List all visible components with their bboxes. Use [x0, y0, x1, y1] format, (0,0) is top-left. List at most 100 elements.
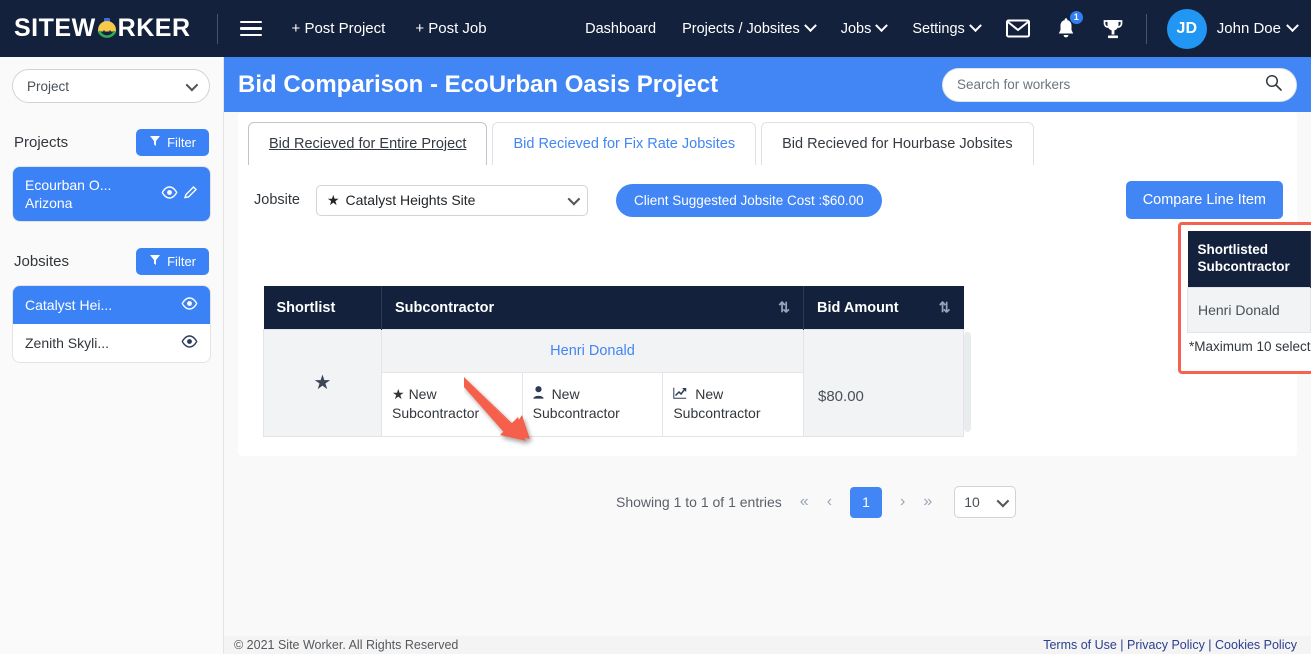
project-type-select[interactable]: Project — [12, 69, 210, 103]
trophy-icon[interactable] — [1102, 18, 1124, 40]
sub-detail-rating[interactable]: ★ New Subcontractor — [382, 373, 523, 436]
bid-amount-cell: $80.00 — [803, 329, 964, 437]
projects-section-header: Projects Filter — [12, 129, 211, 156]
chart-icon — [673, 386, 691, 402]
jobsites-filter-label: Filter — [167, 254, 196, 270]
table-scrollbar[interactable] — [964, 332, 971, 432]
funnel-icon — [149, 135, 161, 150]
subcontractor-detail-grid: ★ New Subcontractor New Subcontractor Ne… — [382, 373, 804, 436]
nav-item-settings[interactable]: Settings — [912, 19, 982, 37]
pagination-last[interactable]: » — [923, 493, 932, 511]
pagination-summary: Showing 1 to 1 of 1 entries — [616, 494, 782, 510]
nav-item-projects-jobsites[interactable]: Projects / Jobsites — [682, 19, 817, 37]
left-sidebar: Project Projects Filter Ecourban O... Ar… — [0, 57, 224, 654]
site-logo[interactable]: SITEW RKER — [14, 14, 191, 43]
tab-entire-project[interactable]: Bid Recieved for Entire Project — [248, 122, 488, 165]
jobsite-select[interactable]: ★ Catalyst Heights Site — [315, 184, 588, 216]
nav-item-jobs[interactable]: Jobs — [840, 19, 889, 37]
jobsite-item-label: Zenith Skyli... — [25, 335, 110, 352]
client-suggested-cost-badge[interactable]: Client Suggested Jobsite Cost :$60.00 — [615, 183, 882, 217]
projects-list: Ecourban O... Arizona — [12, 166, 211, 223]
nav-item-dashboard[interactable]: Dashboard — [585, 21, 656, 37]
header-label-shortlist: Shortlist — [276, 299, 336, 316]
header-label-subcontractor: Subcontractor — [395, 299, 495, 316]
bell-icon[interactable]: 1 — [1056, 9, 1084, 40]
envelope-icon[interactable] — [1005, 19, 1030, 38]
shortlisted-subcontractors-panel: Shortlisted Subcontractor Jobsite Action… — [1178, 222, 1311, 374]
funnel-icon — [149, 254, 161, 269]
hamburger-menu-icon[interactable] — [239, 20, 262, 37]
star-icon[interactable]: ★ — [314, 372, 332, 394]
nav-label-settings: Settings — [912, 20, 965, 37]
chevron-down-icon — [968, 19, 982, 33]
rows-per-page-select[interactable]: 10 — [954, 486, 1017, 518]
project-type-value: Project — [27, 78, 70, 94]
edit-pencil-icon[interactable] — [183, 185, 198, 203]
column-header-subcontractor[interactable]: Subcontractor ⇅ — [381, 286, 804, 330]
shortlist-header-row: Shortlisted Subcontractor Jobsite Action — [1187, 231, 1311, 288]
chevron-down-icon — [875, 19, 889, 33]
nav-label-projects-jobsites: Projects / Jobsites — [682, 20, 800, 37]
projects-filter-label: Filter — [167, 135, 196, 150]
pagination-bar: Showing 1 to 1 of 1 entries « ‹ 1 › » 10 — [263, 486, 1017, 518]
sidebar-project-item[interactable]: Ecourban O... Arizona — [13, 167, 210, 222]
sidebar-jobsite-item-catalyst[interactable]: Catalyst Hei... — [13, 286, 210, 325]
avatar[interactable]: JD — [1166, 8, 1207, 49]
eye-icon[interactable] — [181, 297, 198, 313]
logo-text-left: SITEW — [14, 14, 96, 42]
compare-line-item-button[interactable]: Compare Line Item — [1125, 181, 1283, 219]
project-item-name: Ecourban O... — [25, 177, 112, 193]
top-navigation-bar: SITEW RKER + Post Project + Post Job Das… — [0, 0, 1311, 57]
nav-divider — [1145, 13, 1147, 44]
top-nav-right-group: Dashboard Projects / Jobsites Jobs Setti… — [559, 8, 1299, 49]
pagination-first[interactable]: « — [800, 493, 809, 511]
sort-toggle-icon[interactable]: ⇅ — [778, 299, 790, 316]
bids-table-header-row: Shortlist Subcontractor ⇅ Bid Amount ⇅ — [263, 286, 964, 330]
chevron-down-icon — [1286, 19, 1299, 33]
bid-comparison-card: Bid Recieved for Entire Project Bid Reci… — [238, 112, 1311, 518]
bids-table-wrapper: Shortlist Subcontractor ⇅ Bid Amount ⇅ ★… — [263, 286, 971, 437]
star-icon: ★ — [326, 191, 340, 208]
jobsites-filter-button[interactable]: Filter — [136, 248, 209, 276]
chevron-down-icon — [996, 494, 1010, 507]
nav-label-jobs: Jobs — [840, 20, 872, 37]
chevron-down-icon — [803, 19, 817, 33]
chevron-down-icon — [185, 78, 199, 91]
logo-text-right: RKER — [117, 14, 191, 42]
table-row: ★ Henri Donald ★ New Subcontractor New S… — [263, 329, 964, 437]
pagination-next[interactable]: › — [900, 493, 905, 511]
tab-hourbase-jobsites[interactable]: Bid Recieved for Hourbase Jobsites — [761, 122, 1034, 165]
projects-filter-button[interactable]: Filter — [136, 129, 209, 156]
post-job-link[interactable]: + Post Job — [415, 20, 486, 37]
page-footer: © 2021 Site Worker. All Rights Reserved … — [224, 636, 1311, 654]
sub-detail-profile[interactable]: New Subcontractor — [522, 373, 664, 436]
tab-fix-rate-jobsites[interactable]: Bid Recieved for Fix Rate Jobsites — [492, 122, 757, 165]
sub-detail-stats[interactable]: New Subcontractor — [663, 373, 804, 436]
footer-copyright: © 2021 Site Worker. All Rights Reserved — [234, 638, 459, 652]
shortlist-subcontractor-name: Henri Donald — [1186, 286, 1311, 333]
pagination-page-1[interactable]: 1 — [850, 486, 883, 518]
eye-icon[interactable] — [161, 186, 178, 202]
sub-detail-label: New Subcontractor — [392, 386, 480, 422]
bids-table: Shortlist Subcontractor ⇅ Bid Amount ⇅ ★… — [263, 286, 964, 437]
eye-icon[interactable] — [181, 335, 198, 351]
sidebar-jobsite-item-zenith[interactable]: Zenith Skyli... — [13, 324, 210, 362]
column-header-shortlist[interactable]: Shortlist — [263, 286, 382, 330]
sort-toggle-icon[interactable]: ⇅ — [939, 299, 951, 316]
post-project-link[interactable]: + Post Project — [292, 20, 386, 37]
user-name-label: John Doe — [1216, 20, 1281, 37]
projects-heading: Projects — [14, 134, 69, 151]
user-menu[interactable]: John Doe — [1216, 19, 1299, 37]
helmet-logo-icon — [96, 17, 118, 41]
subcontractor-name-link[interactable]: Henri Donald — [382, 330, 803, 373]
search-icon[interactable] — [1265, 74, 1282, 96]
page-title: Bid Comparison - EcoUrban Oasis Project — [238, 70, 719, 98]
worker-search-box[interactable] — [942, 67, 1297, 102]
column-header-bid-amount[interactable]: Bid Amount ⇅ — [803, 286, 964, 330]
jobsites-heading: Jobsites — [14, 253, 70, 271]
pagination-prev[interactable]: ‹ — [827, 493, 832, 511]
tab-bar: Bid Recieved for Entire Project Bid Reci… — [238, 112, 1297, 165]
jobsite-item-label: Catalyst Hei... — [25, 297, 113, 314]
search-input[interactable] — [957, 77, 1265, 92]
footer-links[interactable]: Terms of Use | Privacy Policy | Cookies … — [1043, 638, 1297, 652]
